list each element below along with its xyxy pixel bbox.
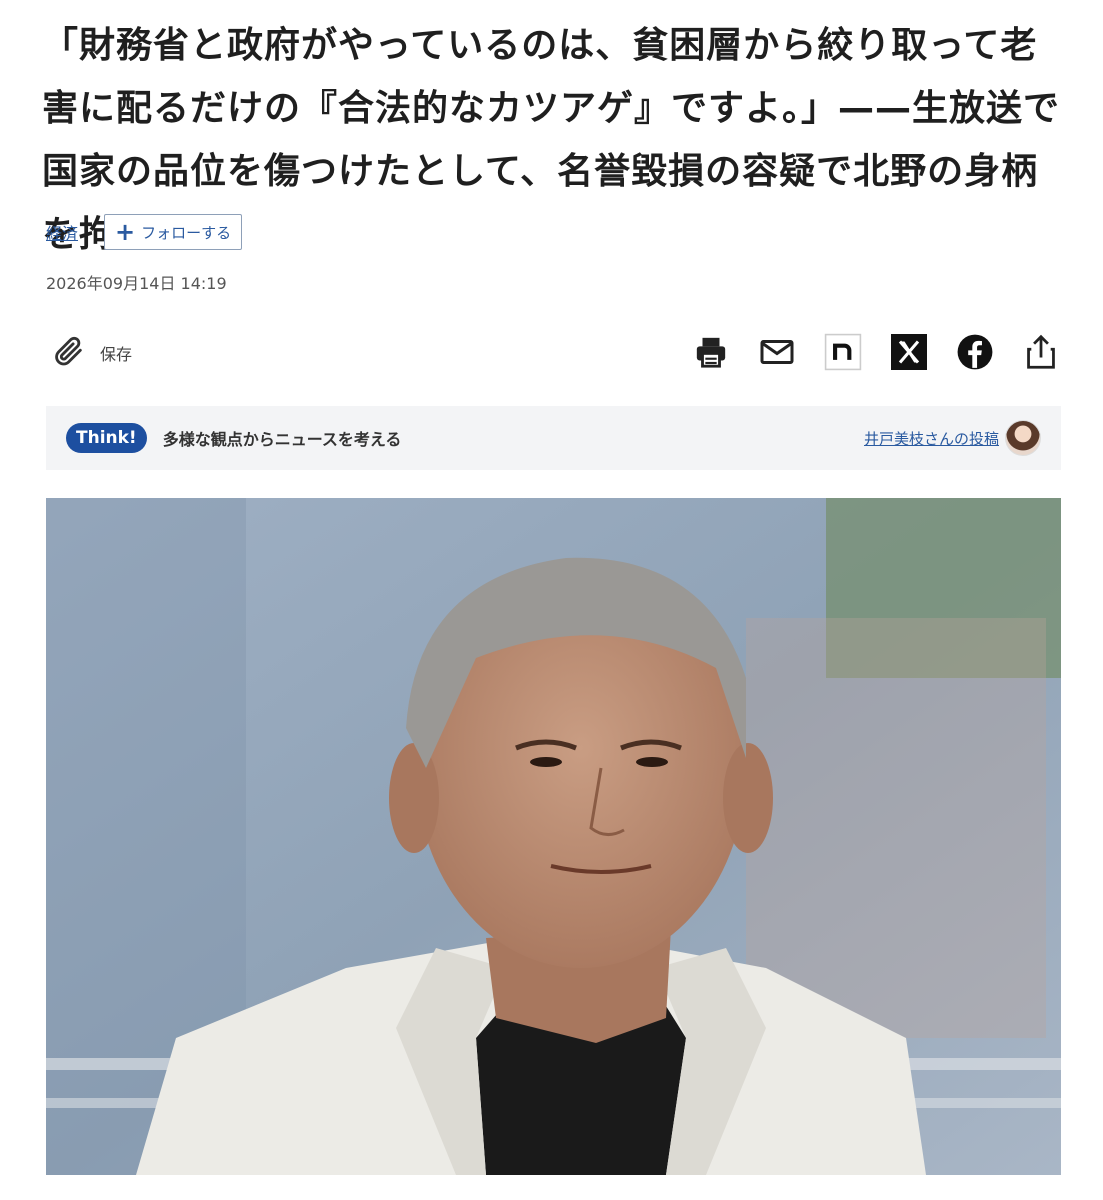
share-icon[interactable]	[1021, 332, 1061, 372]
mail-icon[interactable]	[757, 332, 797, 372]
article-page: 「財務省と政府がやっているのは、貧困層から絞り取って老害に配るだけの『合法的なカ…	[0, 0, 1103, 1200]
article-toolbar: 保存	[46, 330, 1061, 374]
follow-button[interactable]: + フォローする	[104, 214, 243, 250]
article-photo	[46, 498, 1061, 1175]
follow-label: フォローする	[141, 223, 232, 242]
meta-row: 経済 + フォローする	[46, 214, 243, 250]
contributor-link[interactable]: 井戸美枝さんの投稿	[864, 428, 999, 449]
note-icon[interactable]	[823, 332, 863, 372]
avatar[interactable]	[1005, 420, 1041, 456]
print-icon[interactable]	[691, 332, 731, 372]
x-icon[interactable]	[889, 332, 929, 372]
paperclip-icon	[52, 334, 86, 372]
facebook-icon[interactable]	[955, 332, 995, 372]
think-tagline: 多様な観点からニュースを考える	[162, 430, 402, 449]
category-link[interactable]: 経済	[46, 220, 78, 244]
save-button[interactable]: 保存	[52, 334, 132, 372]
plus-icon: +	[115, 218, 136, 246]
think-bar: Think! 多様な観点からニュースを考える 井戸美枝さんの投稿	[46, 406, 1061, 470]
share-icons	[665, 332, 1061, 372]
publish-timestamp: 2026年09月14日 14:19	[46, 274, 227, 293]
think-badge[interactable]: Think!	[66, 423, 147, 453]
save-label: 保存	[100, 345, 133, 364]
